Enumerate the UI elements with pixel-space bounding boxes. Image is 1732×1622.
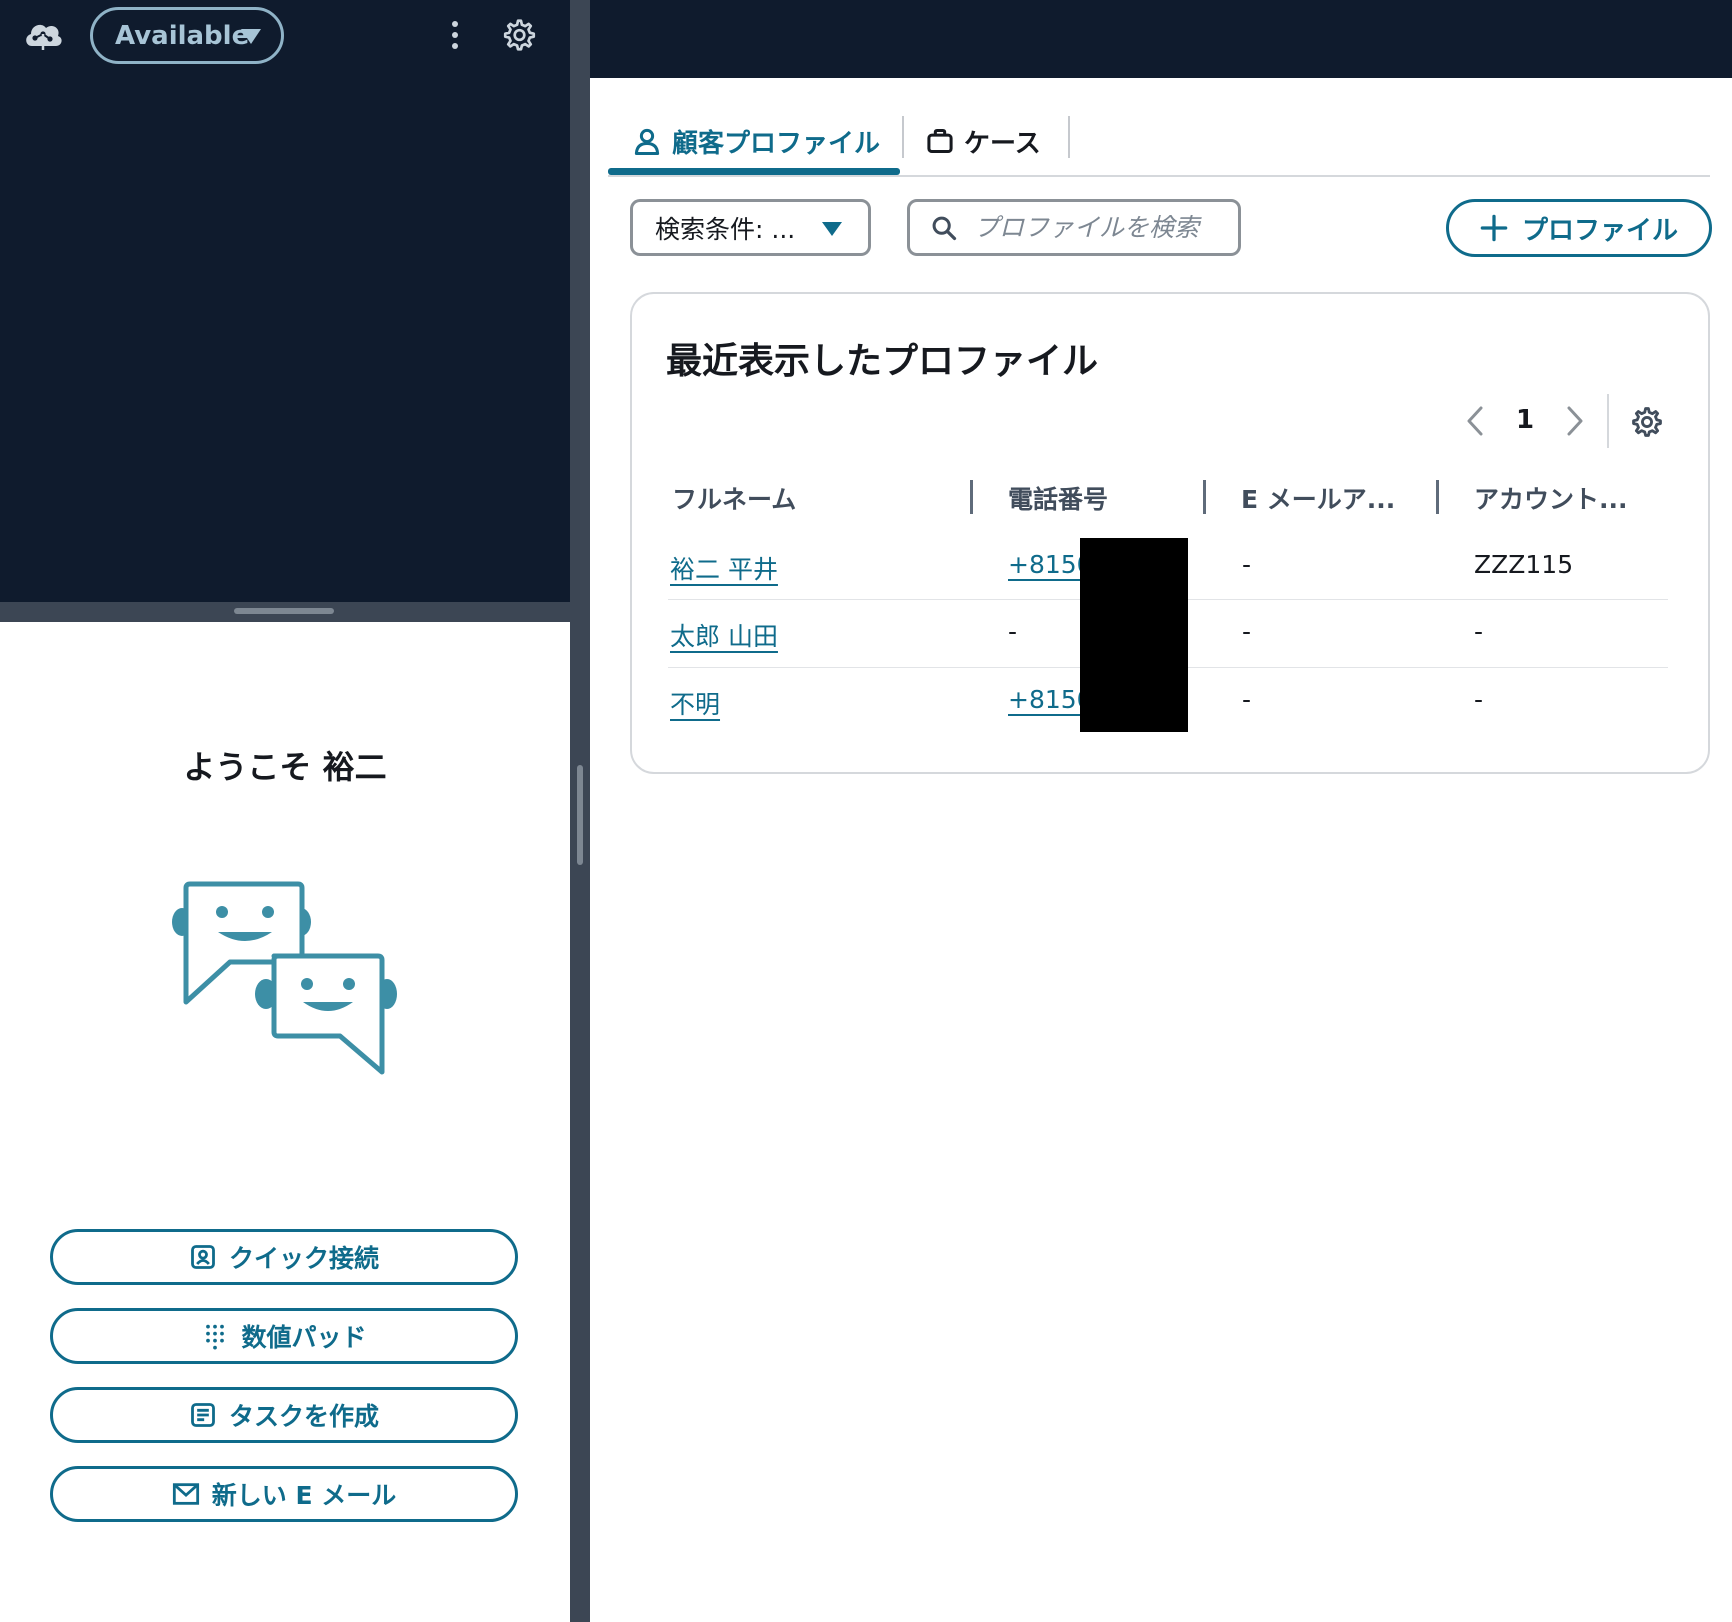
quick-connect-button[interactable]: クイック接続	[50, 1229, 518, 1285]
search-filter-label: 検索条件: ...	[655, 214, 796, 244]
plus-icon	[1480, 214, 1508, 242]
current-page-number[interactable]: 1	[1512, 405, 1538, 435]
cloud-network-icon[interactable]	[22, 16, 64, 54]
search-icon	[932, 216, 957, 240]
new-email-button[interactable]: 新しい E メール	[50, 1466, 518, 1522]
chevron-right-icon[interactable]	[1562, 404, 1588, 438]
profile-search-box[interactable]	[907, 199, 1241, 256]
profile-name-link[interactable]: 不明	[670, 685, 720, 721]
caret-down-icon	[822, 222, 842, 236]
tabs-baseline	[608, 175, 1710, 177]
task-icon	[191, 1403, 215, 1427]
gear-icon[interactable]	[500, 17, 536, 53]
tab-divider	[902, 116, 904, 158]
caret-down-icon	[241, 29, 261, 44]
chat-bubbles-illustration	[172, 881, 397, 1075]
profile-account-value: -	[1474, 617, 1484, 646]
profile-account-value: ZZZ115	[1474, 550, 1574, 579]
tab-customer-profiles-label: 顧客プロファイル	[672, 128, 881, 159]
tab-cases[interactable]: ケース	[926, 108, 1041, 174]
quick-connect-label: クイック接続	[228, 1244, 379, 1273]
column-resizer[interactable]	[1436, 480, 1439, 514]
profile-phone-value: -	[1008, 617, 1018, 646]
search-filter-dropdown[interactable]: 検索条件: ...	[630, 199, 871, 256]
briefcase-icon	[927, 128, 953, 154]
agent-status-dropdown[interactable]: Available	[90, 7, 284, 64]
tab-cases-label: ケース	[964, 128, 1041, 159]
recent-profiles-title: 最近表示したプロファイル	[666, 341, 1099, 382]
welcome-heading: ようこそ 裕二	[183, 748, 387, 786]
profile-name-link[interactable]: 太郎 山田	[670, 617, 778, 653]
number-pad-button[interactable]: 数値パッド	[50, 1308, 518, 1364]
new-email-label: 新しい E メール	[211, 1481, 397, 1510]
profile-email-value: -	[1242, 550, 1252, 579]
tab-customer-profiles[interactable]: 顧客プロファイル	[608, 108, 900, 174]
pager-divider	[1607, 394, 1609, 448]
active-tab-indicator	[608, 168, 900, 175]
gear-icon[interactable]	[1630, 405, 1664, 439]
create-task-button[interactable]: タスクを作成	[50, 1387, 518, 1443]
column-header-email[interactable]: E メールア...	[1241, 480, 1395, 516]
column-header-account[interactable]: アカウント...	[1474, 480, 1628, 516]
mail-icon	[172, 1483, 199, 1505]
more-vertical-icon[interactable]	[444, 18, 466, 52]
column-header-full-name[interactable]: フルネーム	[672, 480, 796, 516]
ccp-header-panel	[0, 0, 570, 602]
column-resizer[interactable]	[970, 480, 973, 514]
profile-email-value: -	[1242, 685, 1252, 714]
agent-status-label: Available	[115, 20, 250, 51]
redaction-box	[1080, 538, 1188, 732]
profile-email-value: -	[1242, 617, 1252, 646]
profile-name-link[interactable]: 裕二 平井	[670, 550, 778, 586]
keypad-icon	[206, 1324, 225, 1350]
column-header-phone[interactable]: 電話番号	[1008, 480, 1108, 516]
user-icon	[634, 128, 660, 155]
create-task-label: タスクを作成	[228, 1402, 379, 1431]
add-profile-button[interactable]: プロファイル	[1446, 199, 1712, 257]
number-pad-label: 数値パッド	[241, 1323, 367, 1352]
column-resizer[interactable]	[1203, 480, 1206, 514]
tab-divider	[1068, 116, 1070, 158]
resize-handle[interactable]	[234, 608, 334, 614]
profile-account-value: -	[1474, 685, 1484, 714]
resize-handle[interactable]	[577, 765, 583, 865]
chevron-left-icon[interactable]	[1462, 404, 1488, 438]
contact-card-icon	[191, 1245, 215, 1269]
app-header	[590, 0, 1732, 78]
add-profile-label: プロファイル	[1521, 215, 1678, 246]
profile-search-input[interactable]	[972, 212, 1212, 243]
